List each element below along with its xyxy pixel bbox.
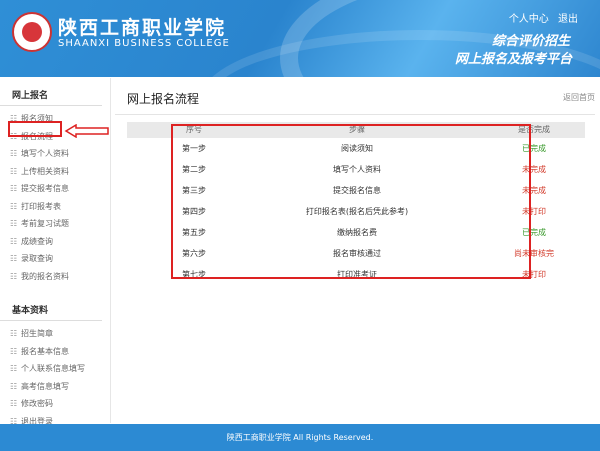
table-cell: 第二步 — [182, 165, 206, 174]
column-header: 步骤 — [349, 125, 365, 134]
table-row: 第一步 阅读须知 已完成 — [127, 138, 585, 159]
sidebar-item-upload[interactable]: ☷ 上传相关资料 — [0, 163, 110, 181]
list-icon: ☷ — [10, 149, 18, 158]
table-row: 第二步 填写个人资料 未完成 — [127, 159, 585, 180]
table-cell: 第四步 — [182, 207, 206, 216]
table-cell: 提交报名信息 — [333, 186, 381, 195]
table-row: 第七步 打印准考证 未打印 — [127, 264, 585, 285]
list-icon: ☷ — [10, 271, 18, 281]
sidebar-item-submit[interactable]: ☷ 提交报考信息 — [0, 180, 110, 198]
list-icon: ☷ — [10, 381, 18, 391]
list-icon: ☷ — [10, 236, 18, 246]
table-cell: 报名审核通过 — [333, 249, 381, 258]
sidebar-item-print-form[interactable]: ☷ 打印报考表 — [0, 198, 110, 216]
column-header: 是否完成 — [518, 125, 550, 134]
status-text: 未打印 — [522, 270, 546, 279]
school-name-cn: 陕西工商职业学院 — [58, 17, 227, 39]
main-content: 网上报名流程 返回首页 序号 步骤 是否完成 第一步 阅读须知 已完成 第二步 填写个人… — [115, 80, 595, 420]
sidebar-section-title: 基本资料 — [0, 293, 102, 321]
user-center-link[interactable]: 个人中心 — [509, 14, 549, 25]
sidebar-item-brochure[interactable]: ☷ 招生简章 — [0, 325, 110, 343]
process-table: 序号 步骤 是否完成 第一步 阅读须知 已完成 第二步 填写个人资料 未完成 第三步 提交报名… — [127, 122, 585, 285]
slogan-line1: 综合评价招生 — [491, 34, 570, 49]
table-cell: 第六步 — [182, 249, 206, 258]
table-cell: 打印准考证 — [337, 270, 377, 279]
table-cell: 第七步 — [182, 270, 206, 279]
sidebar-item-review[interactable]: ☷ 考前复习试题 — [0, 215, 110, 233]
table-row: 第四步 打印报名表(报名后凭此参考) 未打印 — [127, 201, 585, 222]
table-cell: 阅读须知 — [341, 144, 373, 153]
list-icon: ☷ — [10, 166, 18, 176]
slogan-line2: 网上报名及报考平台 — [454, 52, 572, 67]
list-icon: ☷ — [10, 201, 18, 211]
table-cell: 第一步 — [182, 144, 206, 153]
table-cell: 填写个人资料 — [333, 165, 381, 174]
sidebar-item-password[interactable]: ☷ 修改密码 — [0, 395, 110, 413]
sidebar-item-gaokao[interactable]: ☷ 高考信息填写 — [0, 378, 110, 396]
table-cell: 第三步 — [182, 186, 206, 195]
list-icon: ☷ — [10, 219, 18, 228]
status-text: 未完成 — [522, 165, 546, 174]
arrow-left-icon — [64, 124, 109, 138]
page-title: 网上报名流程 — [127, 92, 200, 106]
sidebar-item-basic-info[interactable]: ☷ 报名基本信息 — [0, 343, 110, 361]
column-header: 序号 — [186, 125, 202, 134]
logout-link[interactable]: 退出 — [558, 14, 578, 25]
footer: 陕西工商职业学院 All Rights Reserved. — [0, 424, 600, 451]
sidebar-item-my-info[interactable]: ☷ 我的报名资料 — [0, 268, 110, 286]
table-cell: 缴纳报名费 — [337, 228, 377, 237]
list-icon: ☷ — [10, 184, 18, 193]
status-text: 未完成 — [522, 186, 546, 195]
list-icon: ☷ — [10, 364, 18, 373]
status-text: 未打印 — [522, 207, 546, 216]
sidebar-section-title: 网上报名 — [0, 78, 102, 106]
list-icon: ☷ — [10, 254, 18, 263]
table-row: 第三步 提交报名信息 未完成 — [127, 180, 585, 201]
sidebar-item-score[interactable]: ☷ 成绩查询 — [0, 233, 110, 251]
table-cell: 打印报名表(报名后凭此参考) — [305, 207, 409, 216]
table-row: 第五步 缴纳报名费 已完成 — [127, 222, 585, 243]
back-home-link[interactable]: 返回首页 — [563, 92, 595, 103]
school-name-en: SHAANXI BUSINESS COLLEGE — [58, 38, 230, 49]
list-icon: ☷ — [10, 346, 18, 356]
status-text: 已完成 — [522, 228, 546, 237]
table-header: 序号 步骤 是否完成 — [127, 122, 585, 138]
college-logo-icon — [12, 12, 52, 52]
top-links: 个人中心 退出 — [503, 10, 578, 25]
sidebar-item-contact[interactable]: ☷ 个人联系信息填写 — [0, 360, 110, 378]
highlight-box — [8, 121, 62, 137]
status-text: 已完成 — [522, 144, 546, 153]
list-icon: ☷ — [10, 399, 18, 408]
status-text: 尚未审核完 — [514, 249, 554, 258]
table-cell: 第五步 — [182, 228, 206, 237]
sidebar-item-admission[interactable]: ☷ 录取查询 — [0, 250, 110, 268]
table-row: 第六步 报名审核通过 尚未审核完 — [127, 243, 585, 264]
header-banner: 陕西工商职业学院 SHAANXI BUSINESS COLLEGE 个人中心 退… — [0, 0, 600, 77]
sidebar-item-profile[interactable]: ☷ 填写个人资料 — [0, 145, 110, 163]
divider — [115, 114, 595, 115]
list-icon: ☷ — [10, 329, 18, 338]
